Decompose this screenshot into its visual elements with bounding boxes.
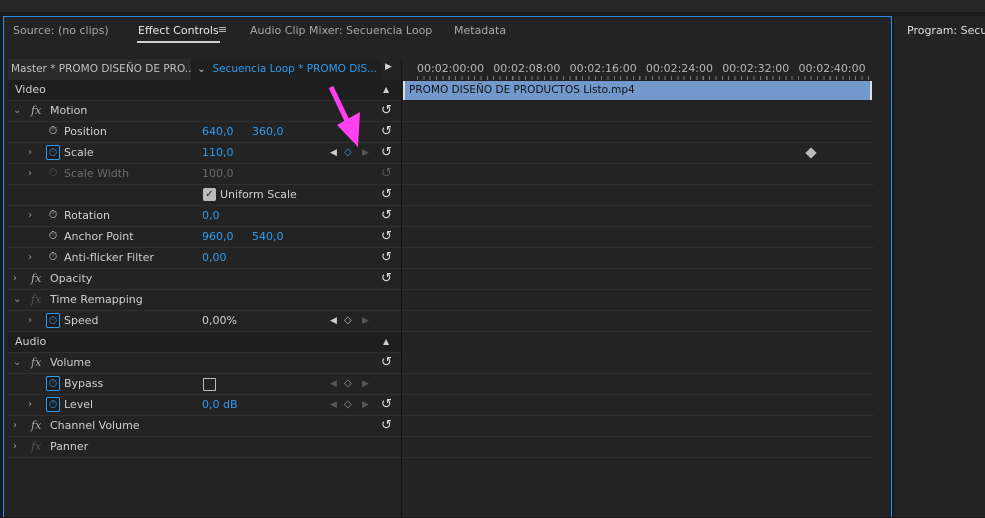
timeline-row-line: [402, 373, 874, 374]
row-level: › ⏱ Level 0,0 dB ◀ ◇ ▶ ↺: [8, 395, 401, 416]
timeline-row-line: [402, 310, 874, 311]
fx-icon[interactable]: fx: [31, 437, 41, 457]
next-keyframe-icon[interactable]: ▶: [362, 311, 369, 331]
effect-name: Time Remapping: [50, 293, 143, 306]
twirl-open-icon[interactable]: ⌄: [13, 290, 21, 310]
reset-icon[interactable]: ↺: [381, 227, 392, 247]
row-opacity: › fx Opacity ↺: [8, 269, 401, 290]
stopwatch-icon[interactable]: ⏱: [46, 250, 60, 265]
bypass-checkbox[interactable]: [203, 378, 216, 391]
tab-program[interactable]: Program: Secuen: [907, 24, 985, 37]
value-field[interactable]: 0,00%: [202, 311, 237, 331]
prev-keyframe-icon[interactable]: ◀: [330, 311, 337, 331]
row-bypass: ⏱ Bypass ◀ ◇ ▶: [8, 374, 401, 395]
effect-name: Channel Volume: [50, 419, 140, 432]
fx-icon[interactable]: fx: [31, 416, 41, 436]
value-field[interactable]: 0,0 dB: [202, 395, 238, 415]
twirl-closed-icon[interactable]: ›: [28, 311, 32, 331]
effect-name: Opacity: [50, 272, 93, 285]
stopwatch-icon[interactable]: ⏱: [46, 397, 60, 412]
property-name: Anchor Point: [64, 230, 134, 243]
value-field[interactable]: 0,00: [202, 248, 227, 268]
collapse-up-icon[interactable]: ▲: [383, 332, 389, 352]
timeline-row-line: [402, 289, 874, 290]
timeline-row-line: [402, 247, 874, 248]
row-channel-volume: › fx Channel Volume ↺: [8, 416, 401, 437]
property-name: Level: [64, 398, 94, 411]
twirl-closed-icon[interactable]: ›: [13, 437, 17, 457]
section-label: Audio: [15, 335, 47, 348]
fx-icon[interactable]: fx: [31, 353, 41, 373]
row-time-remapping: ⌄ fx Time Remapping: [8, 290, 401, 311]
twirl-closed-icon[interactable]: ›: [13, 269, 17, 289]
row-anti-flicker-filter: › ⏱ Anti-flicker Filter 0,00 ↺: [8, 248, 401, 269]
property-name: Anti-flicker Filter: [64, 251, 154, 264]
next-keyframe-icon[interactable]: ▶: [362, 395, 369, 415]
reset-icon[interactable]: ↺: [381, 416, 392, 436]
reset-icon[interactable]: ↺: [381, 353, 392, 373]
row-volume: ⌄ fx Volume ↺: [8, 353, 401, 374]
prev-keyframe-icon[interactable]: ◀: [330, 395, 337, 415]
timeline-row-line: [402, 331, 874, 332]
annotation-arrow: [328, 85, 360, 147]
value-field[interactable]: 540,0: [252, 227, 284, 247]
fx-icon[interactable]: fx: [31, 290, 41, 310]
top-bar: [0, 0, 985, 12]
timeline-row-line: [402, 415, 874, 416]
stopwatch-icon[interactable]: ⏱: [46, 313, 60, 328]
timeline-row-line: [402, 268, 874, 269]
stopwatch-icon[interactable]: ⏱: [46, 229, 60, 244]
program-monitor-panel: Program: Secuen: [894, 16, 985, 517]
effect-name: Volume: [50, 356, 91, 369]
arrow-head: [337, 112, 360, 147]
row-panner: › fx Panner: [8, 437, 401, 458]
reset-icon[interactable]: ↺: [381, 248, 392, 268]
add-keyframe-icon[interactable]: ◇: [344, 374, 352, 394]
twirl-closed-icon[interactable]: ›: [13, 416, 17, 436]
fx-icon[interactable]: fx: [31, 269, 41, 289]
stopwatch-icon[interactable]: ⏱: [46, 376, 60, 391]
property-name: Bypass: [64, 377, 104, 390]
next-keyframe-icon[interactable]: ▶: [362, 374, 369, 394]
reset-icon[interactable]: ↺: [381, 269, 392, 289]
add-keyframe-icon[interactable]: ◇: [344, 311, 352, 331]
add-keyframe-icon[interactable]: ◇: [344, 395, 352, 415]
row-audio: Audio ▲: [8, 332, 401, 353]
twirl-open-icon[interactable]: ⌄: [13, 353, 21, 373]
property-name: Speed: [64, 314, 99, 327]
twirl-closed-icon[interactable]: ›: [28, 248, 32, 268]
reset-icon[interactable]: ↺: [381, 395, 392, 415]
timeline-row-line: [402, 394, 874, 395]
prev-keyframe-icon[interactable]: ◀: [330, 374, 337, 394]
timeline-row-line: [402, 436, 874, 437]
effect-name: Panner: [50, 440, 89, 453]
row-anchor-point: ⏱ Anchor Point 960,0 540,0 ↺: [8, 227, 401, 248]
timeline-row-line: [402, 226, 874, 227]
twirl-closed-icon[interactable]: ›: [28, 395, 32, 415]
effect-controls-panel: Source: (no clips) Effect Controls ≡ Aud…: [3, 16, 892, 518]
timeline-row-line: [402, 457, 874, 458]
row-speed: › ⏱ Speed 0,00% ◀ ◇ ▶: [8, 311, 401, 332]
value-field[interactable]: 960,0: [202, 227, 234, 247]
